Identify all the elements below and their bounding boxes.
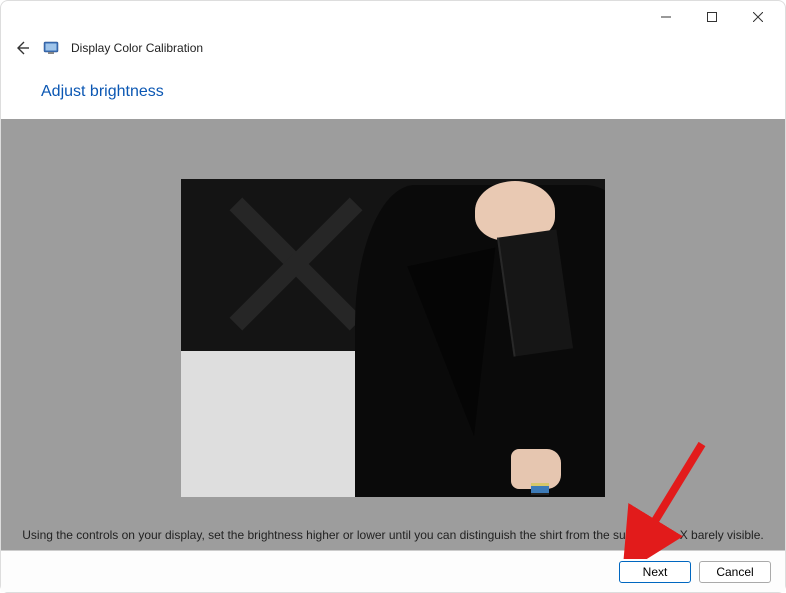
next-button[interactable]: Next bbox=[619, 561, 691, 583]
app-title: Display Color Calibration bbox=[71, 41, 203, 55]
header-row: Display Color Calibration bbox=[1, 33, 785, 63]
close-button[interactable] bbox=[735, 2, 781, 32]
page-heading: Adjust brightness bbox=[1, 63, 785, 119]
window-titlebar bbox=[1, 1, 785, 33]
window-controls bbox=[643, 2, 781, 32]
x-mark bbox=[231, 199, 361, 329]
instruction-text: Using the controls on your display, set … bbox=[1, 527, 785, 544]
suit-figure bbox=[355, 185, 605, 497]
button-bar: Next Cancel bbox=[1, 550, 785, 592]
app-icon bbox=[43, 40, 59, 56]
content-area: Using the controls on your display, set … bbox=[1, 119, 785, 550]
cable-tip bbox=[531, 483, 549, 495]
maximize-button[interactable] bbox=[689, 2, 735, 32]
back-arrow-icon[interactable] bbox=[13, 39, 31, 57]
brightness-calibration-image bbox=[181, 179, 605, 497]
minimize-button[interactable] bbox=[643, 2, 689, 32]
cancel-button[interactable]: Cancel bbox=[699, 561, 771, 583]
